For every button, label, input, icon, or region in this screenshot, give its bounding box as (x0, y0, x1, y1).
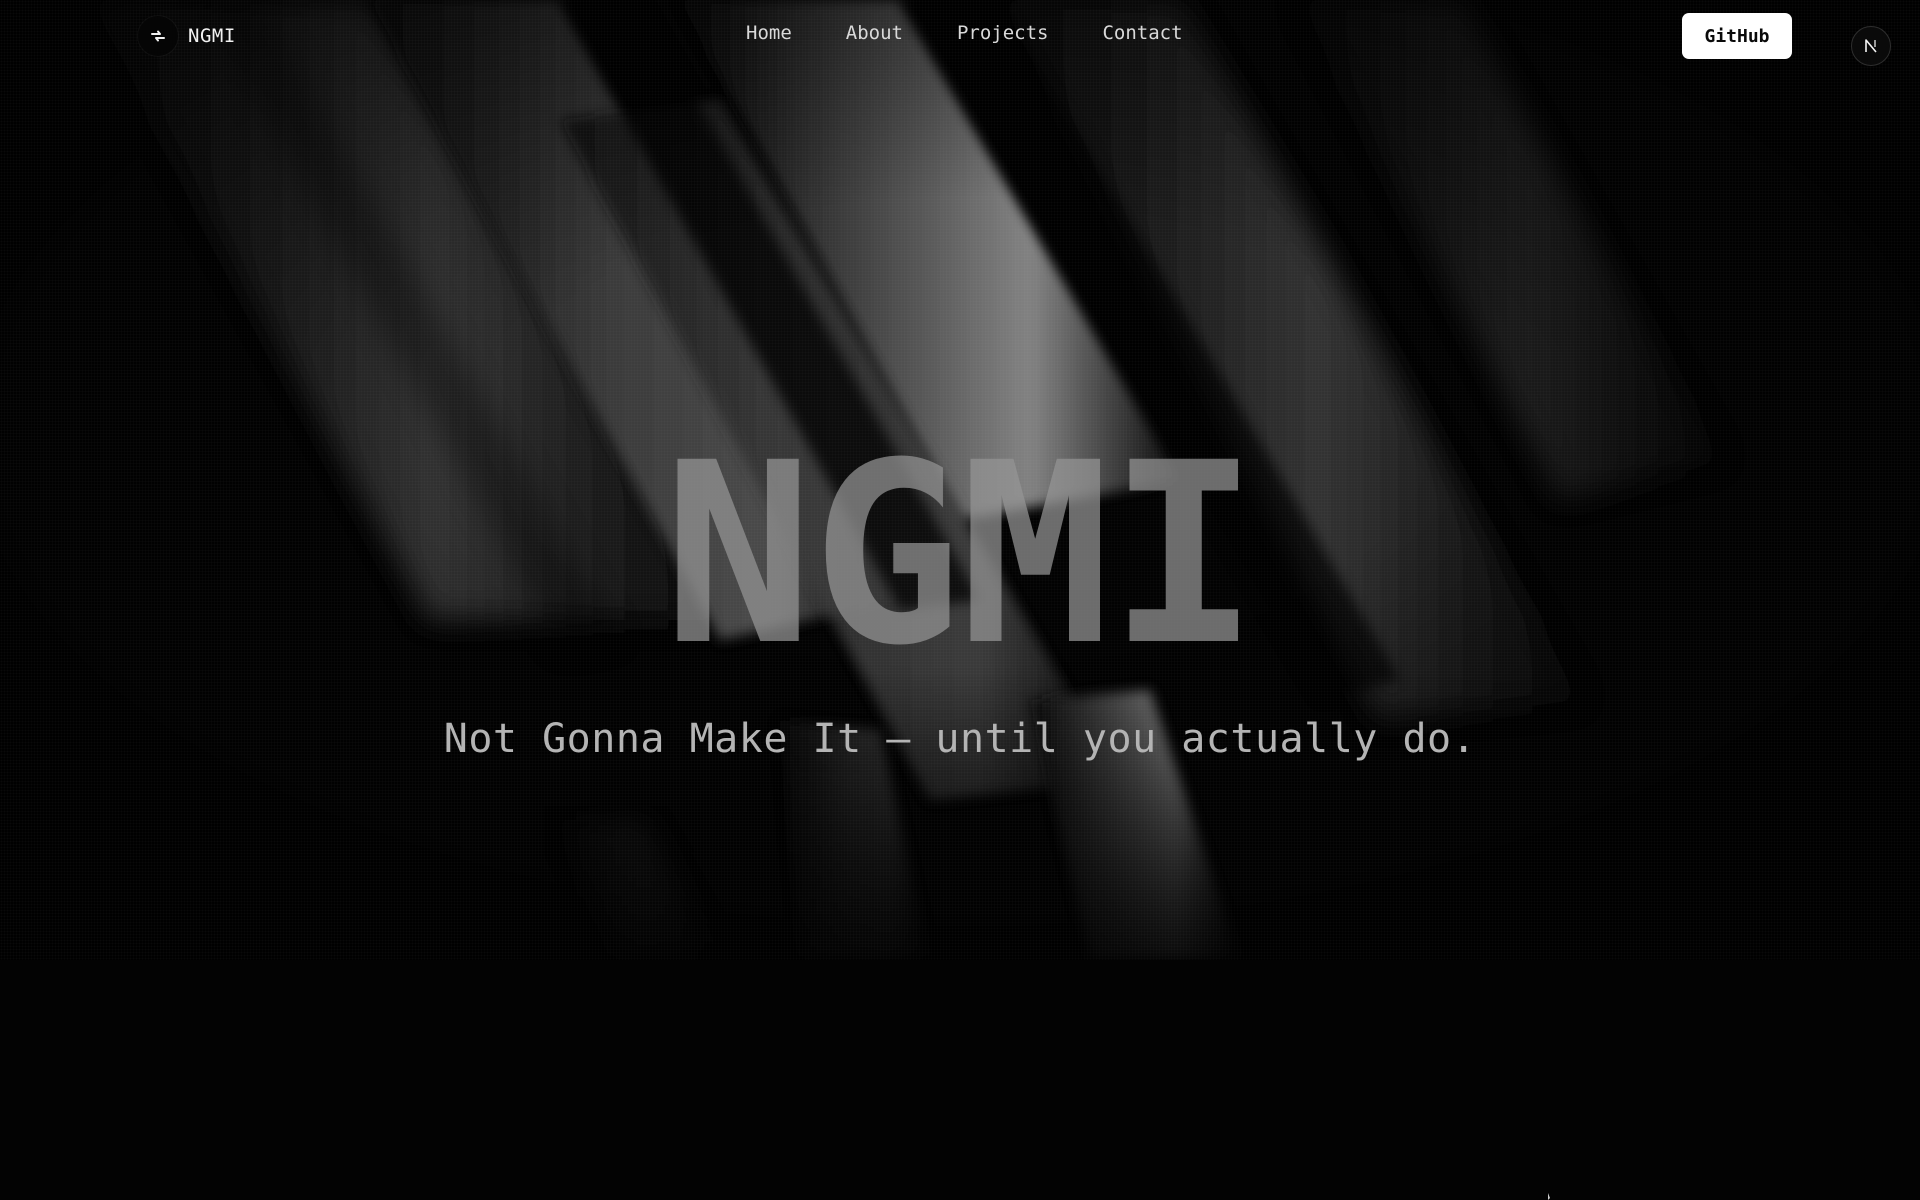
brand-home-link[interactable]: NGMI (138, 16, 236, 56)
top-navigation: NGMI Home About Projects Contact GitHub (0, 0, 1920, 72)
nav-links: Home About Projects Contact (746, 22, 1183, 44)
cursor-arrow-icon (1548, 1193, 1550, 1200)
brand-name: NGMI (188, 25, 236, 47)
github-button[interactable]: GitHub (1682, 13, 1792, 59)
nav-link-projects[interactable]: Projects (957, 22, 1049, 44)
nav-link-about[interactable]: About (846, 22, 903, 44)
nextjs-badge-icon[interactable] (1851, 26, 1891, 66)
hero-subtitle: Not Gonna Make It — until you actually d… (443, 716, 1477, 762)
hero-title: NGMI (662, 409, 1259, 700)
nav-link-contact[interactable]: Contact (1102, 22, 1182, 44)
landing-page: NGMI Home About Projects Contact GitHub … (0, 0, 1920, 1200)
bolt-arrows-icon (138, 16, 178, 56)
nav-link-home[interactable]: Home (746, 22, 792, 44)
